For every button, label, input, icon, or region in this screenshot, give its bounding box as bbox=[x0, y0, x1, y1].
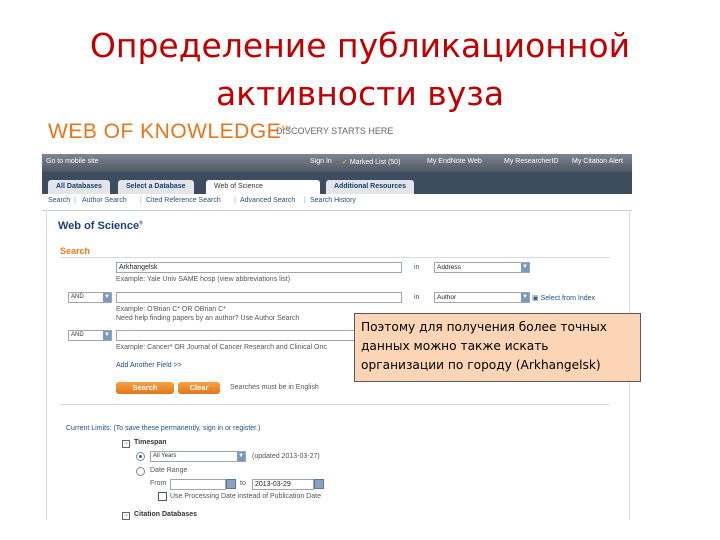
collapse-icon[interactable]: − bbox=[122, 512, 130, 520]
chevron-down-icon: ▼ bbox=[237, 452, 245, 461]
all-years-select[interactable]: All Years ▼ bbox=[150, 451, 246, 462]
field-select-2[interactable]: Author ▼ bbox=[434, 292, 530, 303]
subnav-advanced-search[interactable]: Advanced Search bbox=[240, 197, 295, 204]
processing-date-checkbox[interactable] bbox=[158, 492, 167, 501]
boolean-select-3[interactable]: AND ▼ bbox=[68, 330, 112, 341]
current-limits-heading: Current Limits: (To save these permanent… bbox=[66, 425, 261, 432]
select-from-index-link[interactable]: ▣ Select from Index bbox=[532, 294, 595, 302]
page-title: Web of Science® bbox=[58, 220, 143, 232]
chevron-down-icon: ▼ bbox=[521, 293, 529, 302]
tab-web-of-science[interactable]: Web of Science bbox=[206, 180, 320, 194]
calendar-icon[interactable] bbox=[226, 479, 236, 489]
subnav-separator: | bbox=[74, 197, 76, 204]
search-term-input-1[interactable]: Arkhangelsk bbox=[116, 262, 402, 273]
logo-text: WEB OF KNOWLEDGE bbox=[48, 120, 282, 143]
marked-list-label: Marked List (50) bbox=[349, 159, 401, 166]
citation-alerts-link[interactable]: My Citation Alert bbox=[572, 158, 623, 165]
callout-note: Поэтому для получения более точных данны… bbox=[354, 313, 641, 382]
select-from-index-label: Select from Index bbox=[540, 295, 596, 302]
from-date-input[interactable] bbox=[170, 479, 226, 490]
example-3: Example: Cancer* OR Journal of Cancer Re… bbox=[116, 344, 327, 351]
page-title-text: Web of Science bbox=[58, 220, 140, 232]
page-title-mark: ® bbox=[139, 220, 143, 227]
tagline: DISCOVERY STARTS HERE bbox=[276, 126, 394, 136]
date-range-label: Date Range bbox=[150, 467, 188, 474]
search-subnav: Search | Author Search | Cited Reference… bbox=[42, 194, 632, 211]
example-2: Example: O'Brian C* OR OBrian C* bbox=[116, 306, 226, 313]
tab-select-database[interactable]: Select a Database bbox=[118, 180, 194, 194]
add-another-field-link[interactable]: Add Another Field >> bbox=[116, 362, 182, 369]
updated-note: (updated 2013-03-27) bbox=[252, 453, 320, 460]
subnav-cited-reference-search[interactable]: Cited Reference Search bbox=[146, 197, 221, 204]
divider bbox=[60, 257, 610, 258]
all-years-radio[interactable] bbox=[136, 452, 145, 461]
boolean-select-3-value: AND bbox=[71, 332, 84, 338]
boolean-select-2[interactable]: AND ▼ bbox=[68, 292, 112, 303]
author-search-hint: Need help finding papers by an author? U… bbox=[116, 315, 300, 322]
subnav-search-history[interactable]: Search History bbox=[310, 197, 356, 204]
from-label: From bbox=[150, 480, 167, 487]
calendar-icon[interactable] bbox=[314, 479, 324, 489]
checkmark-icon: ✓ bbox=[342, 159, 348, 166]
sign-in-link[interactable]: Sign In bbox=[310, 158, 332, 165]
subnav-separator: | bbox=[140, 197, 142, 204]
english-note: Searches must be in English bbox=[230, 384, 319, 391]
top-bar: Go to mobile site Sign In ✓ Marked List … bbox=[42, 154, 632, 172]
subnav-separator: | bbox=[304, 197, 306, 204]
divider bbox=[60, 404, 610, 405]
field-select-1-value: Address bbox=[437, 264, 461, 271]
tab-all-databases[interactable]: All Databases bbox=[48, 180, 110, 194]
subnav-separator: | bbox=[234, 197, 236, 204]
date-range-radio[interactable] bbox=[136, 467, 145, 476]
in-label-2: in bbox=[414, 294, 420, 301]
slide-title-line2: активности вуза bbox=[215, 74, 505, 113]
chevron-down-icon: ▼ bbox=[103, 331, 111, 340]
search-heading: Search bbox=[60, 246, 91, 256]
subnav-author-search[interactable]: Author Search bbox=[82, 197, 127, 204]
subnav-search[interactable]: Search bbox=[48, 197, 70, 204]
field-select-2-value: Author bbox=[437, 294, 457, 301]
slide-title-line1: Определение публикационной bbox=[89, 26, 631, 65]
citation-databases-label: Citation Databases bbox=[134, 511, 198, 518]
boolean-select-2-value: AND bbox=[71, 294, 84, 300]
processing-date-label: Use Processing Date instead of Publicati… bbox=[170, 493, 321, 500]
search-term-input-2[interactable] bbox=[116, 292, 402, 303]
field-select-1[interactable]: Address ▼ bbox=[434, 262, 530, 273]
search-term-input-3[interactable] bbox=[116, 330, 356, 341]
collapse-icon[interactable]: − bbox=[122, 440, 130, 448]
to-date-input[interactable]: 2013-03-29 bbox=[252, 479, 314, 490]
database-tabs: All Databases Select a Database Web of S… bbox=[42, 172, 632, 194]
web-of-knowledge-logo[interactable]: WEB OF KNOWLEDGESM bbox=[48, 120, 291, 144]
index-icon: ▣ bbox=[532, 295, 539, 302]
to-label: to bbox=[240, 480, 246, 487]
in-label-1: in bbox=[414, 264, 420, 271]
endnote-link[interactable]: My EndNote Web bbox=[427, 158, 482, 165]
search-button[interactable]: Search bbox=[116, 382, 174, 394]
timespan-label: Timespan bbox=[134, 439, 167, 446]
slide-title: Определение публикационной активности ву… bbox=[0, 22, 720, 118]
tab-additional-resources[interactable]: Additional Resources bbox=[326, 180, 414, 194]
researcherid-link[interactable]: My ResearcherID bbox=[504, 158, 558, 165]
chevron-down-icon: ▼ bbox=[103, 293, 111, 302]
marked-list-link[interactable]: ✓ Marked List (50) bbox=[342, 158, 400, 166]
all-years-value: All Years bbox=[153, 453, 177, 459]
example-1: Example: Yale Univ SAME hosp (view abbre… bbox=[116, 276, 291, 283]
mobile-site-link[interactable]: Go to mobile site bbox=[46, 158, 99, 165]
chevron-down-icon: ▼ bbox=[521, 263, 529, 272]
clear-button[interactable]: Clear bbox=[178, 382, 220, 394]
